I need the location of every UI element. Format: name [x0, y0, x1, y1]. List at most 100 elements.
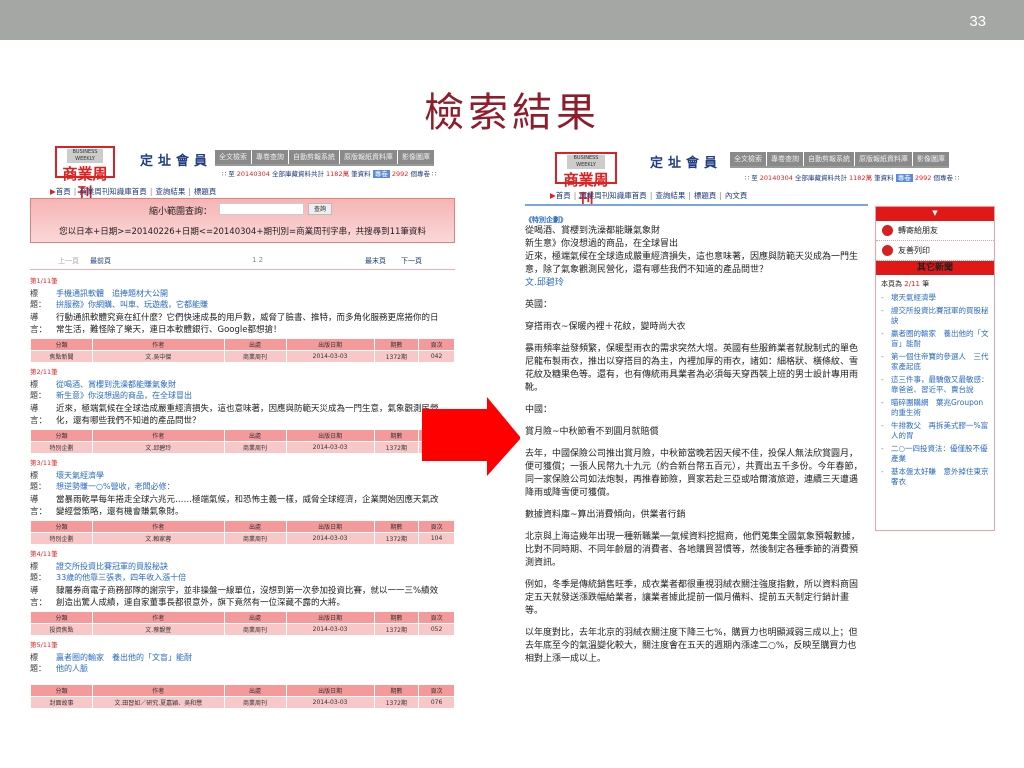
- nav-tab[interactable]: 自動剪報系統: [289, 150, 339, 164]
- column-header: 出處: [224, 612, 286, 623]
- slide-header-bar: 33: [0, 0, 1024, 40]
- other-news-link[interactable]: 瞄碎團購網 葉兆Groupon的重生術: [881, 398, 989, 418]
- article-lead: 近來，極端氣候在全球造成嚴重經濟損失，這也意味著，因應與防範天災成為一門生意，除…: [525, 252, 859, 275]
- nav-tab[interactable]: 自動剪報系統: [804, 152, 854, 166]
- article-author[interactable]: 文.邱碧玲: [525, 277, 863, 290]
- column-header: 作者: [92, 612, 224, 623]
- breadcrumb-link[interactable]: 首頁: [56, 187, 71, 196]
- meta-cell: 1372期: [374, 442, 419, 453]
- refine-search-input[interactable]: [219, 203, 304, 215]
- result-subtitle-link[interactable]: 拚服務》你網購、叫車、玩遊戲，它都能賺: [56, 299, 208, 310]
- other-news-link[interactable]: 贏者圈的輸家 養出他的「文盲」能耐: [881, 329, 989, 349]
- result-meta-table: 分類 作者 出處 出版日期 期數 頁次 特別企劃 文.賴家蓉 商業周刊 2014-03-03 137…: [30, 520, 455, 545]
- other-news-link[interactable]: 這三件事，最驕傲又最敏感：靠爸爸、習近平、賣台說: [881, 375, 989, 395]
- next-page-link[interactable]: 下一頁: [401, 256, 422, 266]
- meta-cell: 文.賴家蓉: [92, 533, 224, 544]
- article-screenshot: BUSINESS WEEKLY 商業周刊 定址會員 全文檢索 專卷查詢 自動剪報系統…: [520, 140, 1000, 730]
- result-subtitle-link[interactable]: 33歲的他靠三張表，四年收入漲十倍: [56, 572, 186, 583]
- nav-tab[interactable]: 原版報紙資料庫: [340, 150, 397, 164]
- other-news-heading: 其它新聞: [876, 261, 994, 275]
- breadcrumb-link[interactable]: 標題頁: [194, 187, 217, 196]
- result-meta-table: 分類 作者 出處 出版日期 期數 頁次 投資焦點 文.蔡靚萱 商業周刊 2014-03-03 137…: [30, 611, 455, 636]
- meta-cell: 投資焦點: [31, 624, 92, 635]
- breadcrumb-link[interactable]: 內文頁: [725, 191, 748, 200]
- stats-badge: 專卷: [895, 174, 913, 182]
- collapse-arrow-icon[interactable]: ▼: [876, 207, 994, 221]
- meta-cell: 商業周刊: [224, 533, 286, 544]
- label: 標: [30, 380, 38, 389]
- data-row: 投資焦點 文.蔡靚萱 商業周刊 2014-03-03 1372期 052: [31, 624, 454, 635]
- print-button[interactable]: 友善列印: [876, 241, 994, 261]
- breadcrumb-link[interactable]: 商業周刊知識庫首頁: [579, 191, 647, 200]
- result-subtitle-link[interactable]: 想逆勢賺一○%營收，老闆必修：: [56, 481, 175, 492]
- column-header: 出版日期: [286, 612, 374, 623]
- result-subtitle-link[interactable]: 新生意》你沒想過的商品，在全球冒出: [56, 390, 192, 401]
- result-item: 第3/11筆標壞天氣經濟學 題： 想逆勢賺一○%營收，老闆必修：導言： 當暴雨乾旱每年…: [30, 457, 455, 545]
- column-header: 期數: [374, 685, 419, 696]
- search-button[interactable]: 查詢: [308, 203, 332, 215]
- column-header: 分類: [31, 685, 92, 696]
- lead-text: 行動通訊軟體究竟在紅什麼？它們快速成長的用戶數，威脅了臉書、推特，而多角化服務更…: [56, 313, 439, 335]
- meta-cell: 2014-03-03: [286, 442, 374, 453]
- forward-to-friend-button[interactable]: 轉寄給朋友: [876, 221, 994, 241]
- breadcrumb-link[interactable]: 查詢結果: [655, 191, 685, 200]
- breadcrumb-separator: |: [573, 191, 577, 200]
- result-title-link[interactable]: 壞天氣經濟學: [56, 470, 104, 481]
- result-lead: 導言： 行動通訊軟體究竟在紅什麼？它們快速成長的用戶數，威脅了臉書、推特，而多角化…: [30, 312, 455, 336]
- nav-tab[interactable]: 影像圖庫: [913, 152, 949, 166]
- nav-tab[interactable]: 全文檢索: [730, 152, 766, 166]
- last-page-link[interactable]: 最末頁: [365, 256, 386, 266]
- other-news-link[interactable]: 基本盤太好賺 意外掉住東京奢衣: [881, 467, 989, 487]
- stats-count: 1182萬: [849, 174, 873, 182]
- result-item: 第2/11筆標 從喝酒、賞櫻到洗澡都能賺氣象財 題： 新生意》你沒想過的商品，在全球冒…: [30, 366, 455, 454]
- label: 導: [30, 404, 39, 414]
- refine-search-panel: 縮小範圍查詢： 查詢 您以日本+日期>=20140226+日期<=2014030…: [30, 198, 455, 243]
- breadcrumb-separator: |: [149, 187, 153, 196]
- result-meta-table: 分類 作者 出處 出版日期 期數 頁次 封面故事 文.田習如／研究.夏嘉穎、吳和懋 商業周刊 20…: [30, 684, 455, 709]
- first-page-link[interactable]: 最前頁: [90, 256, 111, 266]
- stats-special: 2992: [914, 174, 932, 182]
- nav-tab[interactable]: 原版報紙資料庫: [855, 152, 912, 166]
- refine-search-label: 縮小範圍查詢：: [149, 207, 213, 217]
- result-item: 第1/11筆標 手機通訊軟體 追捧題材大公開 題： 拚服務》你網購、叫車、玩遊戲，它都…: [30, 275, 455, 363]
- result-subtitle-link[interactable]: 他的人脈: [56, 663, 88, 674]
- other-news-link[interactable]: 證交所投資比賽冠軍的買股秘訣: [881, 306, 989, 326]
- result-subtitle-row: 題： 拚服務》你網購、叫車、玩遊戲，它都能賺: [30, 299, 455, 310]
- prev-page-link[interactable]: 上一頁: [58, 256, 79, 266]
- result-item: 第5/11筆標 贏者圈的輸家 養出他的「文盲」能耐 題： 他的人脈 分類 作者 出處 出版日期…: [30, 639, 455, 709]
- result-title-link[interactable]: 證交所投資比賽冠軍的買股秘訣: [56, 561, 168, 572]
- article-title: 從喝酒、賞櫻到洗澡都能賺氣象財: [525, 226, 661, 236]
- other-news-link[interactable]: 壞天氣經濟學: [881, 293, 989, 303]
- breadcrumb: ▶首頁 | 商業周刊知識庫首頁 | 查詢結果 | 標題頁: [50, 186, 216, 197]
- nav-tab[interactable]: 專卷查詢: [767, 152, 803, 166]
- result-title-link[interactable]: 從喝酒、賞櫻到洗澡都能賺氣象財: [56, 379, 176, 390]
- nav-tab[interactable]: 專卷查詢: [252, 150, 288, 164]
- result-number: 第4/11筆: [30, 550, 58, 558]
- breadcrumb-link[interactable]: 查詢結果: [155, 187, 185, 196]
- other-news-link[interactable]: 第一個住帝寶的參選人 三代家產起底: [881, 352, 989, 372]
- meta-cell: 文.田習如／研究.夏嘉穎、吳和懋: [92, 697, 224, 708]
- meta-cell: 1372期: [374, 351, 419, 362]
- column-header: 作者: [92, 339, 224, 350]
- other-news-link[interactable]: 二○一四投資法：優僅股不優產業: [881, 444, 989, 464]
- result-title-row: 標 證交所投資比賽冠軍的買股秘訣: [30, 561, 455, 572]
- breadcrumb-link[interactable]: 商業周刊知識庫首頁: [79, 187, 147, 196]
- result-number: 第5/11筆: [30, 641, 58, 649]
- other-news-link[interactable]: 牛排教父 再拆美式膠一%富人的胃: [881, 421, 989, 441]
- label: 導: [30, 586, 39, 596]
- results-list: 第1/11筆標 手機通訊軟體 追捧題材大公開 題： 拚服務》你網購、叫車、玩遊戲，它都…: [30, 274, 455, 712]
- nav-tab[interactable]: 全文檢索: [215, 150, 251, 164]
- label: 標: [30, 471, 38, 480]
- business-weekly-logo: BUSINESS WEEKLY 商業周刊: [555, 152, 617, 208]
- breadcrumb-link[interactable]: 標題頁: [694, 191, 717, 200]
- result-title-link[interactable]: 手機通訊軟體 追捧題材大公開: [56, 288, 168, 299]
- meta-cell: 2014-03-03: [286, 697, 374, 708]
- result-title-link[interactable]: 贏者圈的輸家 養出他的「文盲」能耐: [56, 652, 192, 663]
- article-paragraph: 去年，中國保險公司推出賞月險，中秋節當晚若因天候不佳，投保人無法欣賞圓月，便可獲…: [525, 449, 863, 498]
- result-meta-table: 分類 作者 出處 出版日期 期數 頁次 焦點新聞 文.吳中傑 商業周刊 2014-03-03 137…: [30, 338, 455, 363]
- nav-tab[interactable]: 影像圖庫: [398, 150, 434, 164]
- page-numbers[interactable]: 1 2: [252, 256, 263, 264]
- breadcrumb-link[interactable]: 首頁: [556, 191, 571, 200]
- column-header: 期數: [374, 521, 419, 532]
- result-meta-table: 分類作者出處出版日期期數頁次特別企劃文.邱碧玲商業周刊2014-03-03137…: [30, 429, 455, 454]
